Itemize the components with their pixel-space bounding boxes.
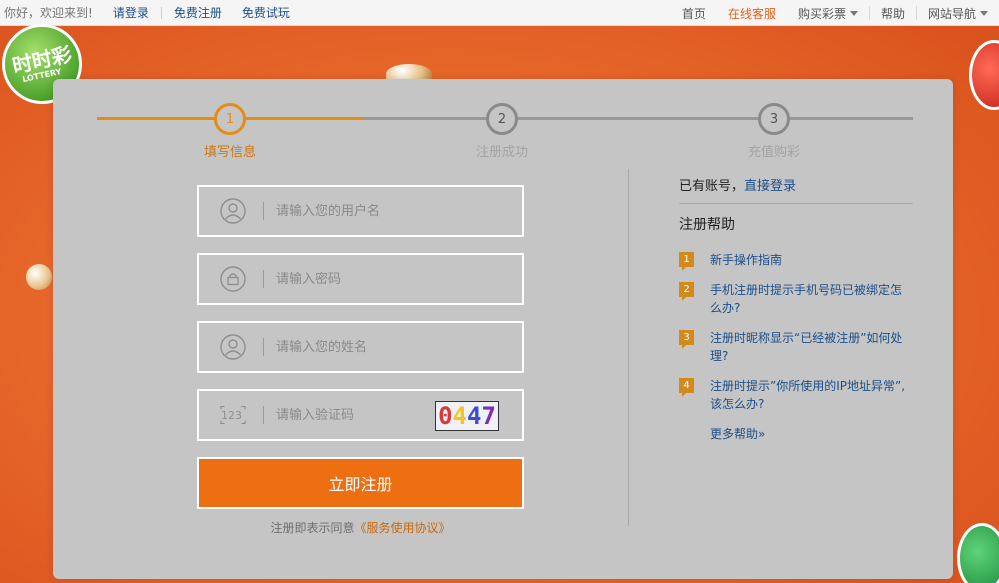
captcha-digit: 4 xyxy=(467,402,482,430)
realname-field-inner xyxy=(201,325,520,369)
help-item: 3 注册时昵称显示“已经被注册”如何处理? xyxy=(679,329,913,365)
agreement-prefix: 注册即表示同意 xyxy=(270,521,355,535)
realname-input[interactable] xyxy=(276,339,416,355)
number-badge: 4 xyxy=(679,378,694,397)
captcha-digit: 7 xyxy=(481,402,496,430)
divider xyxy=(160,6,162,19)
number-badge: 1 xyxy=(679,252,694,271)
captcha-icon: 123 xyxy=(219,401,247,429)
step-2-circle: 2 xyxy=(486,103,518,135)
divider xyxy=(263,338,264,356)
step-3-circle: 3 xyxy=(758,103,790,135)
help-link-ip-abnormal[interactable]: 注册时提示”你所使用的IP地址异常”,该怎么办? xyxy=(710,377,913,413)
welcome-text: 你好，欢迎来到! xyxy=(4,6,93,20)
help-link-beginner-guide[interactable]: 新手操作指南 xyxy=(710,251,782,269)
nav-buy-lottery[interactable]: 购买彩票 xyxy=(787,0,869,26)
captcha-image[interactable]: 0447 xyxy=(435,401,499,431)
step-1-label: 填写信息 xyxy=(203,145,256,160)
step-2-label: 注册成功 xyxy=(475,145,528,160)
help-list: 1 新手操作指南 2 手机注册时提示手机号码已被绑定怎么办? 3 注册时昵称显示… xyxy=(679,251,913,413)
captcha-digit: 4 xyxy=(452,402,467,430)
captcha-field-inner: 123 0447 xyxy=(201,393,520,437)
agreement-text: 注册即表示同意《服务使用协议》 xyxy=(197,519,524,536)
green-ball-decoration xyxy=(957,523,999,583)
top-nav: 首页 在线客服 购买彩票 帮助 网站导航 xyxy=(671,0,999,26)
login-link[interactable]: 请登录 xyxy=(113,4,149,21)
step-3-label: 充值购彩 xyxy=(747,145,800,160)
register-link[interactable]: 免费注册 xyxy=(174,4,222,21)
nav-buy-lottery-label: 购买彩票 xyxy=(797,6,846,21)
help-link-nickname-taken[interactable]: 注册时昵称显示“已经被注册”如何处理? xyxy=(710,329,913,365)
coin-decoration xyxy=(26,264,52,290)
register-submit-button[interactable]: 立即注册 xyxy=(197,457,524,509)
vertical-divider xyxy=(628,169,629,526)
username-field-inner xyxy=(201,189,520,233)
progress-line-pending xyxy=(363,117,913,120)
divider xyxy=(263,202,264,220)
nav-online-service[interactable]: 在线客服 xyxy=(717,0,787,26)
captcha-digit: 0 xyxy=(438,402,453,430)
captcha-field: 123 0447 xyxy=(197,389,524,441)
nav-site-navigation[interactable]: 网站导航 xyxy=(917,0,999,26)
help-title: 注册帮助 xyxy=(679,217,735,233)
divider xyxy=(263,406,264,424)
password-field xyxy=(197,253,524,305)
help-item: 2 手机注册时提示手机号码已被绑定怎么办? xyxy=(679,281,913,317)
nav-site-navigation-label: 网站导航 xyxy=(927,6,976,21)
realname-field xyxy=(197,321,524,373)
have-account-text: 已有账号， xyxy=(679,179,745,194)
username-field xyxy=(197,185,524,237)
service-agreement-link[interactable]: 《服务使用协议》 xyxy=(355,521,451,535)
more-help-link[interactable]: 更多帮助» xyxy=(710,425,913,442)
step-1-circle: 1 xyxy=(214,103,246,135)
register-help: 已有账号，直接登录 注册帮助 1 新手操作指南 2 手机注册时提示手机号码已被绑… xyxy=(679,175,913,442)
number-badge: 3 xyxy=(679,330,694,349)
username-input[interactable] xyxy=(276,203,416,219)
password-input[interactable] xyxy=(276,271,416,287)
nav-help[interactable]: 帮助 xyxy=(870,0,916,26)
caret-down-icon xyxy=(980,10,988,16)
trial-link[interactable]: 免费试玩 xyxy=(242,4,290,21)
user-icon xyxy=(219,197,247,225)
help-item: 1 新手操作指南 xyxy=(679,251,913,271)
red-ball-decoration xyxy=(969,40,999,110)
direct-login-link[interactable]: 直接登录 xyxy=(744,179,796,194)
caret-down-icon xyxy=(849,10,858,16)
nav-home[interactable]: 首页 xyxy=(671,0,717,26)
captcha-icon-text: 123 xyxy=(221,408,242,422)
divider xyxy=(263,270,264,288)
progress-steps: 1 填写信息 2 注册成功 3 充值购彩 xyxy=(53,79,953,169)
number-badge: 2 xyxy=(679,282,694,301)
register-panel: 1 填写信息 2 注册成功 3 充值购彩 请输入您的用户名 请输入您的姓名 12… xyxy=(53,79,953,579)
lock-icon xyxy=(219,265,247,293)
help-item: 4 注册时提示”你所使用的IP地址异常”,该怎么办? xyxy=(679,377,913,413)
divider xyxy=(679,203,913,204)
password-field-inner xyxy=(201,257,520,301)
captcha-input[interactable] xyxy=(276,407,406,423)
top-bar: 你好，欢迎来到! 请登录 免费注册 免费试玩 首页 在线客服 购买彩票 帮助 网… xyxy=(0,0,999,26)
user-icon xyxy=(219,333,247,361)
have-account-row: 已有账号，直接登录 xyxy=(679,175,913,194)
top-bar-left: 你好，欢迎来到! 请登录 免费注册 免费试玩 xyxy=(0,4,290,21)
help-link-phone-bound[interactable]: 手机注册时提示手机号码已被绑定怎么办? xyxy=(710,281,913,317)
